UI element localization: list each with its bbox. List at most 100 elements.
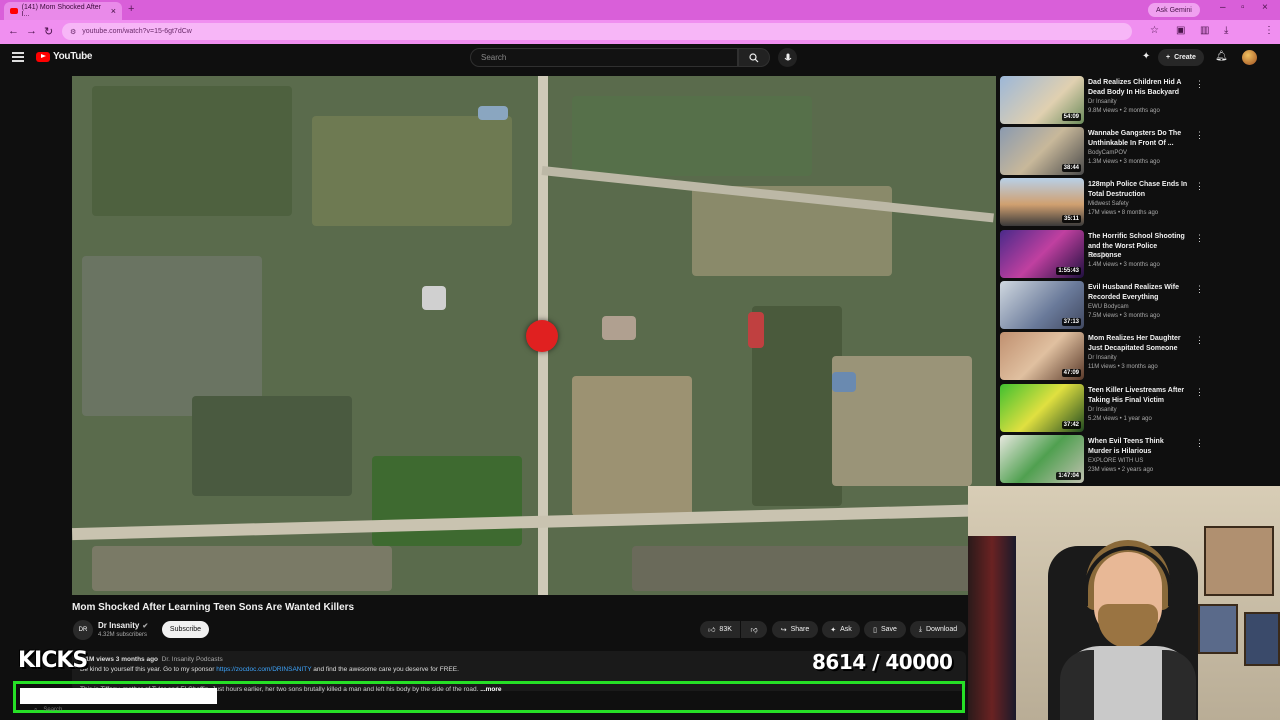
- channel-name[interactable]: Dr Insanity ✔: [98, 621, 148, 630]
- browser-tab[interactable]: (141) Mom Shocked After I... ×: [4, 2, 122, 20]
- map-field: [372, 456, 522, 546]
- channel-avatar[interactable]: DR: [73, 620, 93, 640]
- video-thumbnail[interactable]: 38:44: [1000, 127, 1084, 175]
- subscriber-count: 4.32M subscribers: [98, 632, 148, 638]
- download-icon[interactable]: ⤓: [1224, 25, 1228, 36]
- share-button[interactable]: ↪ Share: [772, 621, 818, 638]
- recommended-channel[interactable]: BodyCamPOV: [1088, 150, 1127, 156]
- channel-name-text: Dr Insanity: [98, 621, 140, 630]
- bookmark-star-icon[interactable]: ☆: [1150, 25, 1159, 36]
- duration-badge: 38:44: [1061, 164, 1081, 172]
- taskbar-search-icon[interactable]: ⌕: [34, 707, 37, 714]
- minimize-icon[interactable]: –: [1220, 2, 1226, 13]
- share-label: Share: [790, 626, 810, 633]
- voice-search-button[interactable]: [778, 48, 797, 67]
- video-thumbnail[interactable]: 1:47:04: [1000, 435, 1084, 483]
- create-label: Create: [1174, 54, 1196, 61]
- map-building: [478, 106, 508, 120]
- playlist-link[interactable]: Dr. Insanity Podcasts: [162, 656, 223, 663]
- video-thumbnail[interactable]: 37:42: [1000, 384, 1084, 432]
- recommended-channel[interactable]: Dr Insanity: [1088, 355, 1117, 361]
- recommended-title[interactable]: 128mph Police Chase Ends In Total Destru…: [1088, 180, 1188, 199]
- extensions-icon[interactable]: ▣: [1176, 25, 1185, 36]
- recommended-title[interactable]: Dad Realizes Children Hid A Dead Body In…: [1088, 78, 1188, 97]
- recommended-channel[interactable]: Dr Insanity: [1088, 99, 1117, 105]
- duration-badge: 37:13: [1061, 318, 1081, 326]
- recommended-video[interactable]: 37:42 Teen Killer Livestreams After Taki…: [1000, 384, 1280, 432]
- video-thumbnail[interactable]: 35:11: [1000, 178, 1084, 226]
- hamburger-menu-icon[interactable]: [12, 52, 24, 62]
- ask-button[interactable]: ✦ Ask: [822, 621, 860, 638]
- map-field: [92, 86, 292, 216]
- recommended-channel[interactable]: EWU Bodycam: [1088, 304, 1129, 310]
- recommended-video[interactable]: 38:44 Wannabe Gangsters Do The Unthinkab…: [1000, 127, 1280, 175]
- maximize-icon[interactable]: ▫: [1241, 2, 1245, 13]
- search-button[interactable]: [738, 48, 770, 67]
- recommended-title[interactable]: When Evil Teens Think Murder is Hilariou…: [1088, 437, 1188, 456]
- more-options-icon[interactable]: ⋮: [1195, 233, 1204, 244]
- recommended-video[interactable]: 37:13 Evil Husband Realizes Wife Recorde…: [1000, 281, 1280, 329]
- verified-icon: ✔: [142, 622, 149, 630]
- notifications-bell-icon[interactable]: 🔔︎: [1215, 51, 1228, 62]
- new-tab-icon[interactable]: +: [128, 3, 134, 15]
- recommended-video[interactable]: 54:09 Dad Realizes Children Hid A Dead B…: [1000, 76, 1280, 124]
- ask-gemini-button[interactable]: Ask Gemini: [1148, 3, 1200, 17]
- more-options-icon[interactable]: ⋮: [1195, 284, 1204, 295]
- recommended-channel[interactable]: Midwest Safety: [1088, 201, 1129, 207]
- video-thumbnail[interactable]: 54:09: [1000, 76, 1084, 124]
- search-input[interactable]: Search: [470, 48, 738, 67]
- close-window-icon[interactable]: ×: [1262, 2, 1268, 13]
- recommended-title[interactable]: Teen Killer Livestreams After Taking His…: [1088, 386, 1188, 405]
- youtube-play-icon: [36, 51, 50, 62]
- more-options-icon[interactable]: ⋮: [1195, 387, 1204, 398]
- download-label: Download: [925, 626, 958, 633]
- dislike-button[interactable]: 👎︎: [741, 621, 767, 638]
- recommended-video[interactable]: 35:11 128mph Police Chase Ends In Total …: [1000, 178, 1280, 226]
- reload-icon[interactable]: ↻: [44, 25, 53, 38]
- recommended-channel[interactable]: Dr Insanity: [1088, 407, 1117, 413]
- webcam-poster: [1204, 526, 1274, 596]
- taskbar-search-label[interactable]: Search: [43, 707, 62, 713]
- recommended-channel[interactable]: EXPLORE WITH US: [1088, 458, 1143, 464]
- recommended-title[interactable]: Wannabe Gangsters Do The Unthinkable In …: [1088, 129, 1188, 148]
- video-thumbnail[interactable]: 1:55:43: [1000, 230, 1084, 278]
- map-field: [192, 396, 352, 496]
- subscribe-button[interactable]: Subscribe: [162, 621, 209, 638]
- download-button[interactable]: ⤓ Download: [910, 621, 966, 638]
- sponsor-link[interactable]: https://zocdoc.com/DRINSANITY: [216, 666, 311, 673]
- video-thumbnail[interactable]: 47:09: [1000, 332, 1084, 380]
- sidebar-icon[interactable]: ▥: [1200, 25, 1209, 36]
- more-options-icon[interactable]: ⋮: [1195, 335, 1204, 346]
- save-button[interactable]: ▯ Save: [864, 621, 906, 638]
- recommended-title[interactable]: Mom Realizes Her Daughter Just Decapitat…: [1088, 334, 1188, 353]
- create-button[interactable]: + Create: [1158, 49, 1204, 66]
- video-thumbnail[interactable]: 37:13: [1000, 281, 1084, 329]
- more-options-icon[interactable]: ⋮: [1195, 181, 1204, 192]
- video-player[interactable]: [72, 76, 996, 595]
- menu-icon[interactable]: ⋮: [1264, 25, 1274, 36]
- close-tab-icon[interactable]: ×: [111, 6, 116, 16]
- show-more-link[interactable]: ...more: [480, 686, 501, 693]
- user-avatar[interactable]: [1242, 50, 1257, 65]
- more-options-icon[interactable]: ⋮: [1195, 79, 1204, 90]
- back-icon[interactable]: ←: [8, 25, 19, 37]
- thumbs-down-icon: 👎︎: [750, 627, 758, 634]
- map-field: [92, 546, 392, 591]
- youtube-logo[interactable]: YouTube: [36, 51, 93, 62]
- recommended-meta: 5.2M views • 1 year ago: [1088, 416, 1152, 422]
- forward-icon[interactable]: →: [26, 25, 37, 37]
- webcam-wall-banner: [968, 536, 1016, 720]
- recommended-video[interactable]: 47:09 Mom Realizes Her Daughter Just Dec…: [1000, 332, 1280, 380]
- site-info-icon[interactable]: ⚙: [70, 28, 76, 36]
- logo-text: YouTube: [53, 51, 93, 62]
- recommended-channel[interactable]: Dire Trip: [1088, 253, 1111, 259]
- recommended-video[interactable]: 1:47:04 When Evil Teens Think Murder is …: [1000, 435, 1280, 483]
- recommended-video[interactable]: 1:55:43 The Horrific School Shooting and…: [1000, 230, 1280, 278]
- like-button[interactable]: 👍︎ 83K: [700, 621, 740, 638]
- address-bar[interactable]: ⚙ youtube.com/watch?v=15-6gt7dCw: [62, 23, 1132, 40]
- recommended-title[interactable]: Evil Husband Realizes Wife Recorded Ever…: [1088, 283, 1188, 302]
- search-icon: [749, 52, 759, 62]
- more-options-icon[interactable]: ⋮: [1195, 438, 1204, 449]
- cast-icon[interactable]: ✦: [1142, 51, 1150, 62]
- more-options-icon[interactable]: ⋮: [1195, 130, 1204, 141]
